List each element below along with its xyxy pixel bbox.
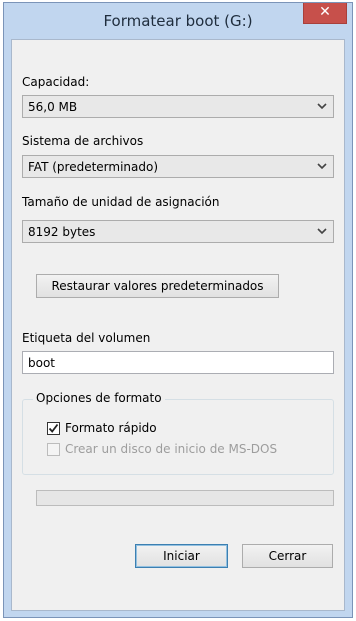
close-window-button[interactable]: ✕	[303, 3, 347, 24]
allocation-label: Tamaño de unidad de asignación	[22, 195, 220, 209]
window-title: Formatear boot (G:)	[103, 12, 253, 30]
capacity-label: Capacidad:	[22, 75, 90, 89]
volume-label-input[interactable]: boot	[22, 351, 334, 374]
filesystem-dropdown[interactable]: FAT (predeterminado)	[22, 155, 334, 178]
start-button[interactable]: Iniciar	[135, 544, 228, 568]
allocation-value: 8192 bytes	[28, 225, 96, 239]
close-icon: ✕	[319, 4, 331, 20]
volume-label: Etiqueta del volumen	[22, 331, 151, 345]
msdos-boot-checkbox	[47, 443, 60, 456]
capacity-value: 56,0 MB	[28, 100, 78, 114]
format-progress-bar	[36, 490, 334, 506]
quick-format-checkbox[interactable]	[47, 422, 60, 435]
allocation-dropdown[interactable]: 8192 bytes	[22, 220, 334, 243]
close-button[interactable]: Cerrar	[242, 544, 333, 568]
title-bar[interactable]: Formatear boot (G:) ✕	[4, 3, 352, 39]
filesystem-label: Sistema de archivos	[22, 134, 144, 148]
check-icon	[48, 423, 59, 433]
quick-format-label[interactable]: Formato rápido	[65, 421, 157, 435]
chevron-down-icon	[317, 163, 327, 170]
chevron-down-icon	[317, 228, 327, 235]
format-options-title: Opciones de formato	[33, 391, 165, 405]
chevron-down-icon	[317, 103, 327, 110]
filesystem-value: FAT (predeterminado)	[28, 160, 159, 174]
msdos-boot-label: Crear un disco de inicio de MS-DOS	[65, 442, 278, 456]
restore-defaults-button[interactable]: Restaurar valores predeterminados	[36, 274, 279, 298]
format-options-group	[22, 399, 334, 475]
capacity-dropdown[interactable]: 56,0 MB	[22, 95, 334, 118]
dialog-body	[11, 39, 345, 611]
